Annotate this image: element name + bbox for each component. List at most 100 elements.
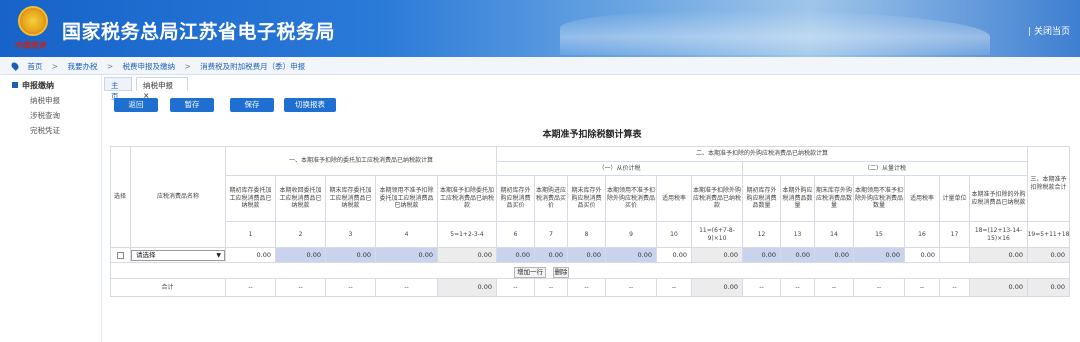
total-cell: -- — [905, 279, 940, 297]
total-cell: -- — [940, 279, 970, 297]
column-number: 4 — [376, 222, 438, 248]
total-label: 合计 — [110, 279, 226, 297]
column-number: 14 — [815, 222, 854, 248]
save-button[interactable]: 保存 — [230, 98, 274, 112]
data-cell[interactable]: 0.00 — [497, 248, 535, 263]
column-number: 19=5+11+18 — [1028, 222, 1070, 248]
data-cell: 0.00 — [905, 248, 940, 263]
column-header: 本期外购应税消费品数量 — [781, 176, 815, 222]
data-cell[interactable]: 0.00 — [376, 248, 438, 263]
column-header: 本期准予扣除的外购应税消费品已纳税款 — [970, 176, 1028, 222]
total-cell: 0.00 — [692, 279, 743, 297]
deduction-table-grid: 选择 应税消费品名称 一、本期准予扣除的委托加工应税消费品已纳税款计算 二、本期准予扣… — [110, 146, 1070, 297]
total-cell: -- — [781, 279, 815, 297]
column-header: 期末库存外购应税消费品数量 — [815, 176, 854, 222]
data-cell[interactable]: 0.00 — [606, 248, 657, 263]
data-cell[interactable]: 0.00 — [568, 248, 606, 263]
total-cell: -- — [276, 279, 326, 297]
column-number: 6 — [497, 222, 535, 248]
column-number: 3 — [326, 222, 376, 248]
column-number: 8 — [568, 222, 606, 248]
column-number: 15 — [854, 222, 905, 248]
column-number: 2 — [276, 222, 326, 248]
breadcrumb-separator: > — [184, 62, 191, 71]
chevron-down-icon: ▼ — [216, 252, 221, 259]
data-cell: 0.00 — [438, 248, 497, 263]
column-header: 期末库存外购应税消费品买价 — [568, 176, 606, 222]
data-cell[interactable]: 0.00 — [781, 248, 815, 263]
column-header: 期初库存委托加工应税消费品已纳税款 — [226, 176, 276, 222]
header-group-specific: （二）从量计税 — [743, 162, 1028, 176]
save-draft-button[interactable]: 暂存 — [170, 98, 214, 112]
breadcrumb-tax-handling[interactable]: 我要办税 — [67, 62, 97, 71]
header-group-purchased: 二、本期准予扣除的外购应税消费品已纳税款计算 — [497, 146, 1028, 162]
tab-home[interactable]: 主页 — [104, 77, 132, 101]
column-header: 本期准予扣除外购应税消费品已纳税款 — [692, 176, 743, 222]
close-page-link[interactable]: | 关闭当页 — [1028, 24, 1070, 37]
breadcrumb-separator: > — [106, 62, 114, 71]
sidebar-item-certificate[interactable]: 完税凭证 — [0, 122, 101, 137]
breadcrumb-home[interactable]: 首页 — [27, 62, 42, 71]
total-cell: -- — [376, 279, 438, 297]
total-cell: -- — [854, 279, 905, 297]
breadcrumb-declaration[interactable]: 税费申报及缴纳 — [123, 62, 176, 71]
header-group-entrusted: 一、本期准予扣除的委托加工应税消费品已纳税款计算 — [226, 146, 497, 176]
row-actions-cell — [110, 263, 1070, 279]
data-cell[interactable]: 0.00 — [743, 248, 781, 263]
column-header: 期初库存外购应税消费品买价 — [497, 176, 535, 222]
data-cell[interactable]: 0.00 — [326, 248, 376, 263]
column-header: 期初库存外购应税消费品数量 — [743, 176, 781, 222]
emblem-caption: 中国税务 — [14, 40, 46, 50]
data-cell[interactable]: 0.00 — [276, 248, 326, 263]
sidebar-heading[interactable]: 申报缴纳 — [0, 75, 101, 92]
column-header: 本期购进应税消费品买价 — [535, 176, 568, 222]
header-group-ad-valorem: （一）从价计税 — [497, 162, 743, 176]
total-cell: -- — [657, 279, 692, 297]
total-cell: 0.00 — [1028, 279, 1070, 297]
column-header: 适用税率 — [657, 176, 692, 222]
column-number: 17 — [940, 222, 970, 248]
total-cell: -- — [606, 279, 657, 297]
column-number: 11=(6+7-8-9)×10 — [692, 222, 743, 248]
breadcrumb-separator: > — [51, 62, 59, 71]
column-header: 计量单位 — [940, 176, 970, 222]
data-cell[interactable]: 0.00 — [854, 248, 905, 263]
total-cell: -- — [226, 279, 276, 297]
breadcrumb-current[interactable]: 消费税及附加税费月（季）申报 — [200, 62, 305, 71]
header-decoration — [560, 10, 990, 55]
back-button[interactable]: 返回 — [114, 98, 158, 112]
column-number: 5=1+2-3-4 — [438, 222, 497, 248]
sidebar-item-query[interactable]: 涉税查询 — [0, 107, 101, 122]
column-header: 本期收回委托加工应税消费品已纳税款 — [276, 176, 326, 222]
total-cell: 0.00 — [438, 279, 497, 297]
total-cell: -- — [326, 279, 376, 297]
column-number: 13 — [781, 222, 815, 248]
data-cell: 0.00 — [1028, 248, 1070, 263]
product-name-select[interactable]: 请选择 ▼ — [131, 250, 225, 261]
tab-declaration[interactable]: 纳税申报 × — [136, 77, 188, 100]
header-group-total: 三、本期准予扣除税款合计 — [1028, 146, 1070, 222]
total-cell: -- — [535, 279, 568, 297]
sidebar: 申报缴纳 纳税申报 涉税查询 完税凭证 — [0, 75, 102, 342]
add-row-button[interactable]: 增加一行 — [514, 267, 546, 278]
table-title: 本期准予扣除税额计算表 — [542, 130, 642, 140]
column-header: 本期准予扣除委托加工应税消费品已纳税款 — [438, 176, 497, 222]
data-cell[interactable]: 0.00 — [535, 248, 568, 263]
row-select-checkbox[interactable] — [117, 252, 124, 259]
location-pin-icon — [10, 61, 20, 71]
column-number: 16 — [905, 222, 940, 248]
column-header: 适用税率 — [905, 176, 940, 222]
header-product-name: 应税消费品名称 — [131, 146, 226, 248]
data-cell: 0.00 — [970, 248, 1028, 263]
column-number: 1 — [226, 222, 276, 248]
column-number: 9 — [606, 222, 657, 248]
tax-emblem-icon — [18, 6, 48, 36]
switch-report-button[interactable]: 切换报表 — [284, 98, 336, 112]
site-title: 国家税务总局江苏省电子税务局 — [62, 21, 336, 43]
data-cell: 0.00 — [692, 248, 743, 263]
sidebar-item-declaration[interactable]: 纳税申报 — [0, 92, 101, 107]
data-cell: 0.00 — [657, 248, 692, 263]
delete-row-button[interactable]: 删除 — [553, 267, 569, 278]
data-cell[interactable]: 0.00 — [815, 248, 854, 263]
total-cell: -- — [568, 279, 606, 297]
